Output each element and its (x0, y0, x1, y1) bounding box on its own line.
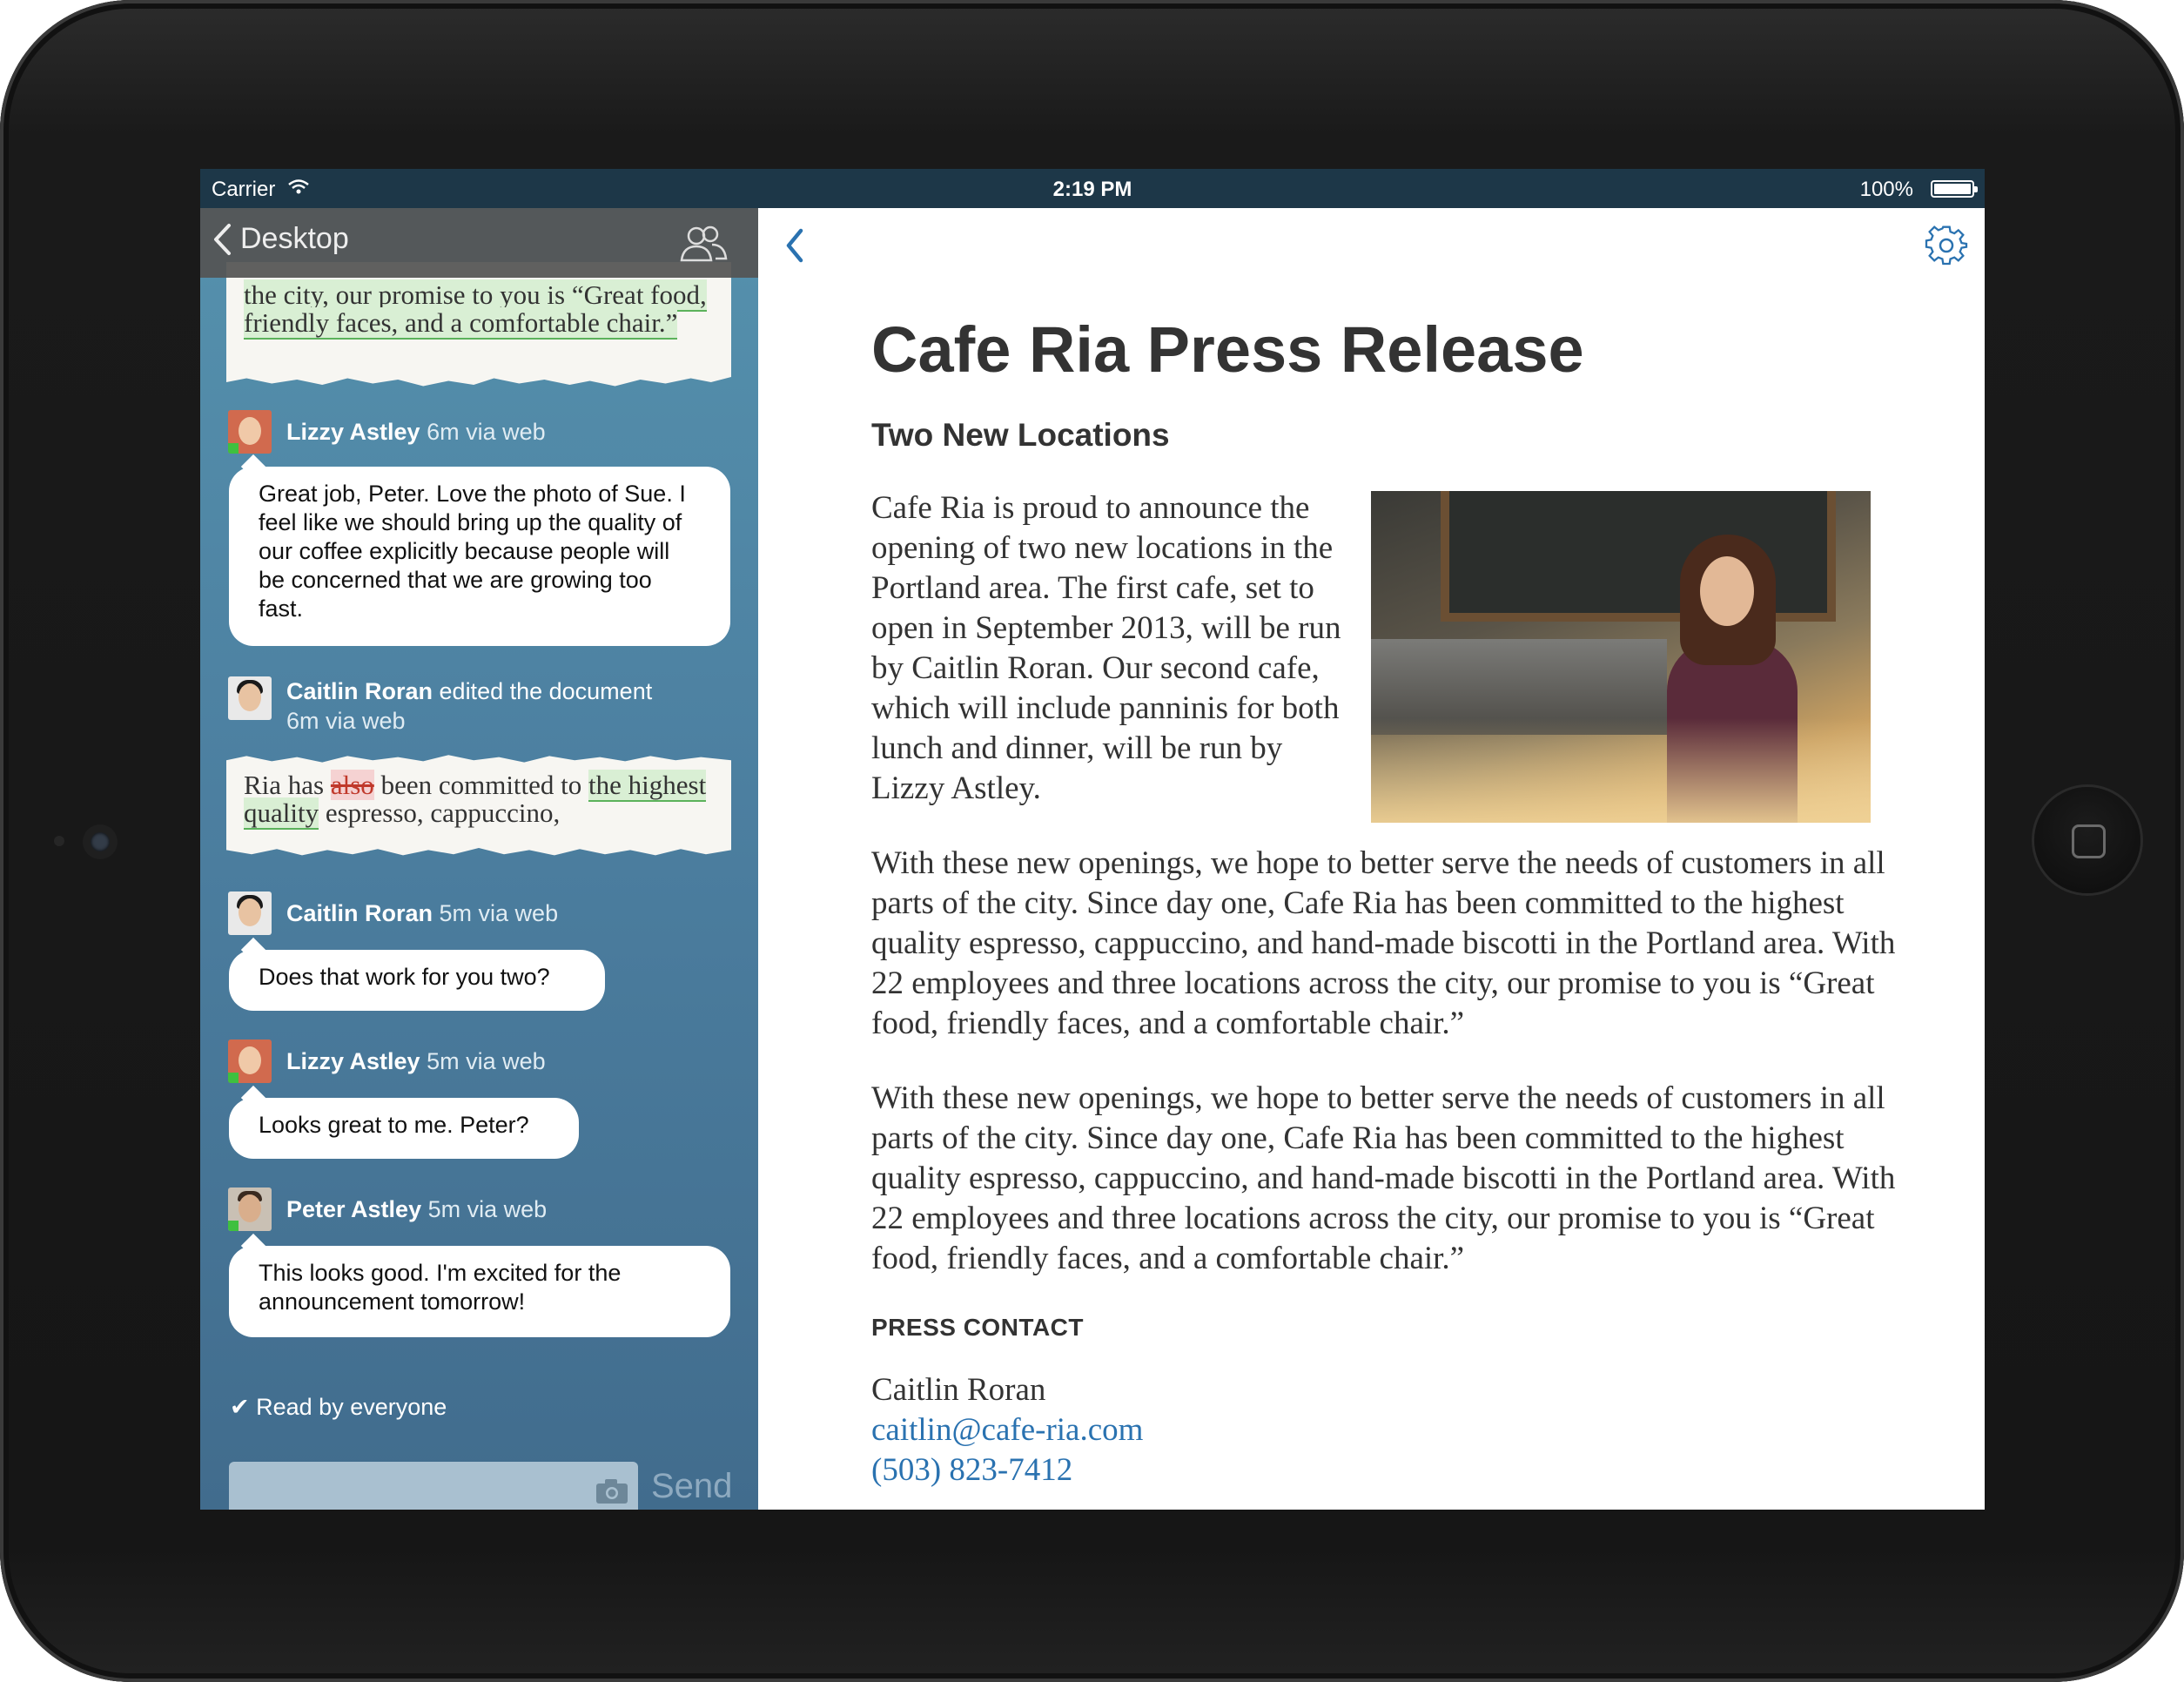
people-icon[interactable] (677, 224, 729, 268)
document-snippet: the city, our promise to you is “Great f… (226, 262, 731, 387)
avatar[interactable] (228, 1039, 272, 1083)
message-header: Lizzy Astley 6m via web (228, 410, 546, 454)
author-name: Lizzy Astley (286, 1048, 420, 1074)
contact-email-link[interactable]: caitlin@cafe-ria.com (871, 1410, 1143, 1450)
online-indicator (228, 1073, 239, 1083)
cafe-photo (1371, 491, 1871, 823)
online-indicator (228, 1221, 239, 1231)
edit-snippet[interactable]: Ria has also been committed to the highe… (226, 755, 731, 856)
message-bubble: This looks good. I'm excited for the ann… (229, 1246, 730, 1337)
author-name: Caitlin Roran (286, 900, 433, 926)
author-name: Caitlin Roran (286, 678, 433, 704)
document-pane: Cafe Ria Press Release Two New Locations… (758, 208, 1985, 1510)
author-name: Lizzy Astley (286, 419, 420, 445)
snippet-text: the city, our promise to you is “Great f… (244, 279, 707, 340)
send-button[interactable]: Send (651, 1467, 732, 1506)
home-button[interactable] (2034, 787, 2140, 893)
avatar[interactable] (228, 676, 272, 720)
message-header: Peter Astley 5m via web (228, 1187, 547, 1231)
contact-block: Caitlin Roran caitlin@cafe-ria.com (503)… (871, 1370, 1143, 1490)
paragraph: Cafe Ria is proud to announce the openin… (871, 490, 1341, 806)
document-subtitle: Two New Locations (871, 417, 1170, 453)
message-meta: 5m via web (439, 900, 559, 926)
back-to-desktop-button[interactable]: Desktop (212, 222, 349, 256)
online-indicator (228, 443, 239, 454)
sidebar-header: Desktop (200, 208, 758, 278)
message-bubble: Looks great to me. Peter? (229, 1098, 579, 1159)
author-name: Peter Astley (286, 1196, 422, 1222)
message-header: Lizzy Astley 5m via web (228, 1039, 546, 1083)
snippet-text: Ria has (244, 770, 331, 800)
edit-action: edited the document (439, 678, 653, 704)
document-title: Cafe Ria Press Release (871, 313, 1584, 386)
status-bar: Carrier 2:19 PM 100% (200, 169, 1985, 208)
chevron-left-icon (214, 223, 231, 255)
contact-name: Caitlin Roran (871, 1372, 1046, 1408)
battery-icon (1931, 180, 1978, 198)
message-header: Caitlin Roran 5m via web (228, 891, 558, 935)
message-bubble: Does that work for you two? (229, 950, 605, 1011)
contact-phone-link[interactable]: (503) 823-7412 (871, 1450, 1143, 1490)
read-receipt: ✔ Read by everyone (230, 1394, 447, 1420)
front-camera (91, 832, 110, 851)
avatar[interactable] (228, 1187, 272, 1231)
screen: Carrier 2:19 PM 100% the city, our promi… (200, 169, 1985, 1510)
gear-icon[interactable] (1925, 224, 1968, 272)
paragraph: With these new openings, we hope to bett… (871, 845, 1896, 1041)
message-input[interactable] (229, 1462, 638, 1510)
message-meta: 6m via web (427, 419, 546, 445)
light-sensor (54, 836, 64, 846)
message-bubble: Great job, Peter. Love the photo of Sue.… (229, 467, 730, 646)
snippet-text: espresso, cappuccino, (319, 797, 561, 828)
deleted-text: also (330, 770, 374, 800)
camera-icon[interactable] (595, 1477, 629, 1510)
message-meta: 6m via web (286, 708, 406, 734)
press-contact-heading: PRESS CONTACT (871, 1314, 1084, 1341)
message-meta: 5m via web (427, 1196, 548, 1222)
back-button[interactable] (782, 225, 806, 270)
avatar[interactable] (228, 410, 272, 454)
avatar[interactable] (228, 891, 272, 935)
chalkboard-menu (1441, 491, 1836, 622)
battery-percent: 100% (1859, 178, 1913, 201)
ipad-frame: Carrier 2:19 PM 100% the city, our promi… (0, 0, 2184, 1682)
back-label: Desktop (240, 222, 349, 255)
chevron-left-icon (786, 228, 803, 263)
message-meta: 5m via web (427, 1048, 546, 1074)
paragraph: With these new openings, we hope to bett… (871, 1080, 1896, 1276)
clock: 2:19 PM (1052, 178, 1132, 201)
snippet-text: been committed to (373, 770, 589, 800)
chat-sidebar: the city, our promise to you is “Great f… (200, 208, 758, 1510)
message-header: Caitlin Roran edited the document 6m via … (228, 676, 652, 736)
